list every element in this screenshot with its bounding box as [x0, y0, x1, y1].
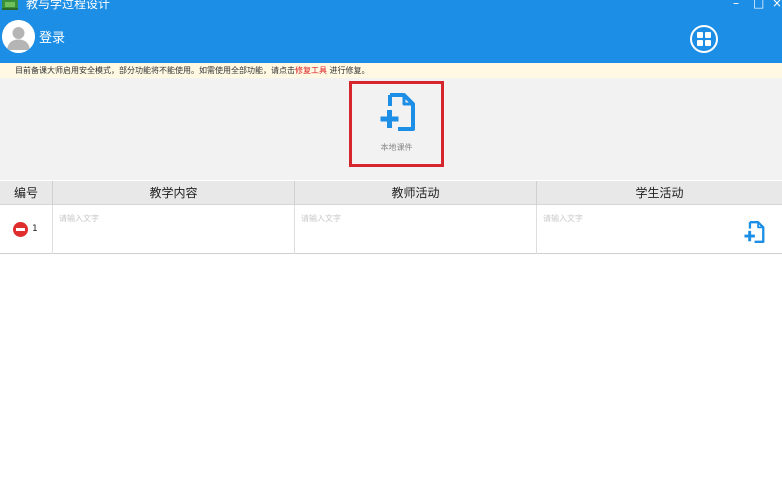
- repair-tool-link[interactable]: 修复工具: [295, 66, 327, 75]
- table-row: 1: [0, 205, 782, 254]
- local-courseware-button[interactable]: 本地课件: [349, 81, 444, 167]
- column-header-content: 教学内容: [53, 181, 295, 205]
- toolbar: 本地课件: [0, 78, 782, 180]
- local-courseware-label: 本地课件: [380, 143, 413, 152]
- cell-teacher: [295, 205, 537, 254]
- close-button[interactable]: ×: [772, 0, 782, 10]
- row-index: 1: [32, 224, 38, 234]
- add-file-icon[interactable]: [743, 220, 765, 244]
- column-header-teacher: 教师活动: [295, 181, 537, 205]
- column-header-number: 编号: [0, 181, 53, 205]
- app-logo-icon: [2, 0, 18, 10]
- notice-text-end: 进行修复。: [327, 66, 370, 75]
- safe-mode-notice: 目前备课大师启用安全模式，部分功能将不能使用。如需使用全部功能，请点击修复工具 …: [0, 63, 782, 78]
- app-window: 教与学过程设计 – □ × 登录 目前备课大师启用安全模式，部分功能将不能使用。…: [0, 0, 782, 499]
- cell-number: 1: [0, 205, 53, 254]
- apps-grid-icon[interactable]: [690, 25, 718, 53]
- user-avatar-icon[interactable]: [2, 20, 35, 53]
- file-add-icon: [378, 92, 416, 132]
- content-input[interactable]: [59, 211, 279, 225]
- window-title: 教与学过程设计: [26, 0, 111, 11]
- cell-content: [53, 205, 295, 254]
- teacher-activity-input[interactable]: [301, 211, 521, 225]
- minimize-button[interactable]: –: [733, 0, 739, 10]
- column-header-student: 学生活动: [635, 186, 684, 200]
- student-activity-input[interactable]: [543, 211, 763, 225]
- login-link[interactable]: 登录: [39, 31, 65, 47]
- header-bar: 教与学过程设计 – □ × 登录: [0, 0, 782, 63]
- notice-text: 目前备课大师启用安全模式，部分功能将不能使用。如需使用全部功能，请点击: [15, 66, 295, 75]
- lesson-process-table: 编号 教学内容 教师活动 学生活动 1: [0, 181, 782, 255]
- table-header: 编号 教学内容 教师活动 学生活动: [0, 181, 782, 205]
- maximize-button[interactable]: □: [753, 0, 764, 10]
- remove-row-icon[interactable]: [13, 222, 28, 237]
- cell-student: [537, 205, 782, 254]
